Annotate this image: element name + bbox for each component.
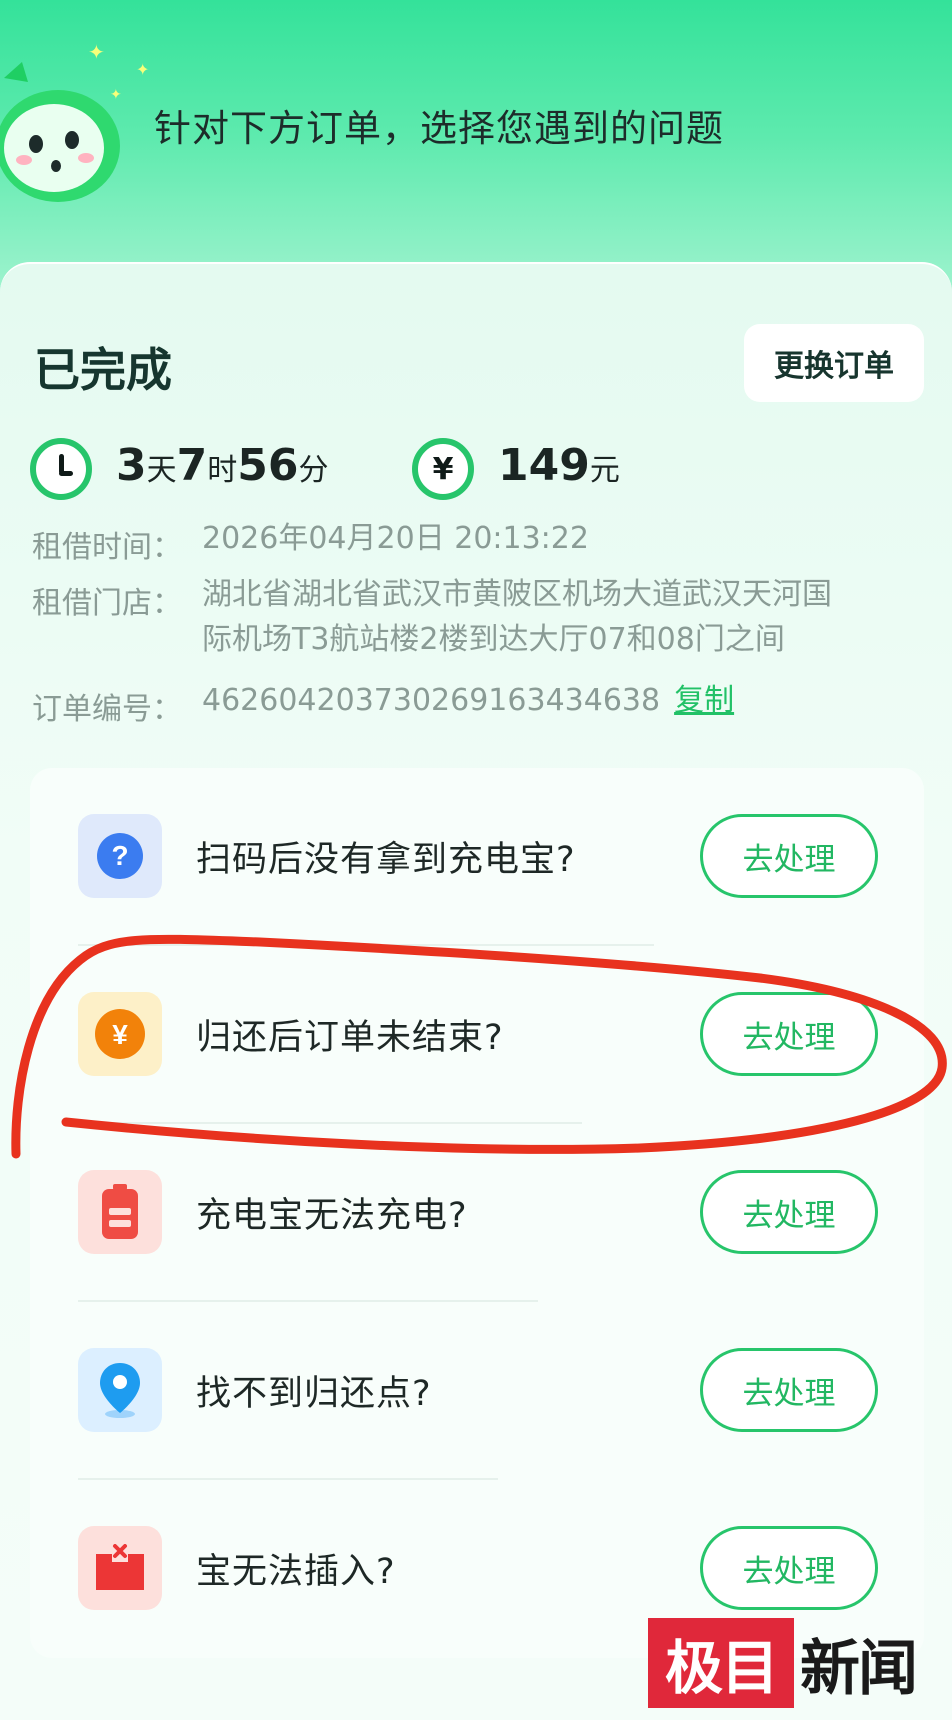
order-card: 已完成 更换订单 3天7时56分 ¥ 149元 租借时间： 2026年04月20…	[0, 262, 952, 1720]
order-no-label: 订单编号：	[32, 692, 182, 727]
list-item: 找不到归还点? 去处理	[30, 1302, 924, 1478]
page-title: 针对下方订单，选择您遇到的问题	[154, 107, 724, 150]
sparkle-icon: ✦	[88, 40, 105, 64]
issue-label: 宝无法插入?	[196, 1552, 396, 1592]
store-value-line1: 湖北省湖北省武汉市黄陂区机场大道武汉天河国	[202, 577, 832, 612]
store-label: 租借门店：	[32, 586, 182, 621]
rental-duration: 3天7时56分	[116, 440, 329, 491]
header: ✦ ✦ ✦ 针对下方订单，选择您遇到的问题	[0, 0, 952, 262]
issue-label: 充电宝无法充电?	[196, 1196, 468, 1236]
sparkle-icon: ✦	[136, 60, 150, 79]
rent-time-label: 租借时间：	[32, 530, 182, 565]
svg-text:?: ?	[111, 840, 128, 871]
order-stats: 3天7时56分 ¥ 149元	[30, 434, 930, 504]
mascot-icon	[0, 62, 120, 202]
watermark-text: 新闻	[800, 1633, 918, 1704]
list-item: 充电宝无法充电? 去处理	[30, 1124, 924, 1300]
go-handle-button[interactable]: 去处理	[700, 992, 878, 1076]
change-order-button[interactable]: 更换订单	[744, 324, 924, 402]
go-handle-button[interactable]: 去处理	[700, 814, 878, 898]
slot-error-icon	[78, 1526, 162, 1610]
store-value-line2: 际机场T3航站楼2楼到达大厅07和08门之间	[202, 622, 785, 657]
location-pin-icon	[78, 1348, 162, 1432]
go-handle-button[interactable]: 去处理	[700, 1526, 878, 1610]
sparkle-icon: ✦	[110, 87, 122, 103]
issue-label: 找不到归还点?	[196, 1374, 432, 1414]
order-no-value: 462604203730269163434638	[202, 683, 661, 718]
clock-icon	[30, 438, 92, 500]
issues-list: ? 扫码后没有拿到充电宝? 去处理 ¥ 归还后订单未结束? 去处理 充电宝无法充…	[30, 768, 924, 1658]
issue-label: 扫码后没有拿到充电宝?	[196, 840, 576, 880]
yen-coin-icon: ¥	[78, 992, 162, 1076]
order-status: 已完成	[34, 343, 172, 397]
go-handle-button[interactable]: 去处理	[700, 1348, 878, 1432]
issue-label: 归还后订单未结束?	[196, 1018, 504, 1058]
svg-text:¥: ¥	[112, 1019, 128, 1050]
question-icon: ?	[78, 814, 162, 898]
copy-link[interactable]: 复制	[674, 683, 734, 718]
store-row: 租借门店： 湖北省湖北省武汉市黄陂区机场大道武汉天河国 际机场T3航站楼2楼到达…	[32, 577, 932, 670]
order-price: 149元	[498, 440, 620, 491]
list-item: ? 扫码后没有拿到充电宝? 去处理	[30, 768, 924, 944]
list-item: ¥ 归还后订单未结束? 去处理	[30, 946, 924, 1122]
go-handle-button[interactable]: 去处理	[700, 1170, 878, 1254]
watermark-logo: 极目 新闻	[648, 1618, 948, 1708]
battery-icon	[78, 1170, 162, 1254]
watermark-box: 极目	[648, 1618, 794, 1708]
yen-icon: ¥	[412, 438, 474, 500]
rent-time-value: 2026年04月20日 20:13:22	[202, 521, 589, 556]
